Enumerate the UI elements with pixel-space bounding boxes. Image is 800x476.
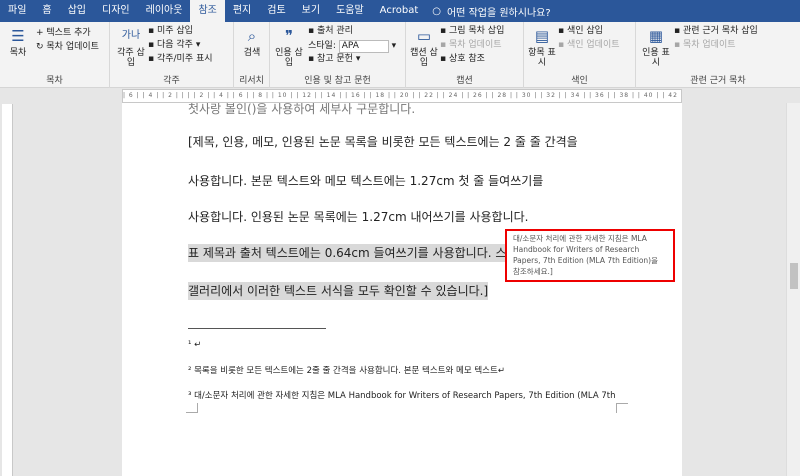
cross-reference-button[interactable]: ▪ 상호 참조 (440, 54, 485, 65)
insert-caption-button[interactable]: ▭ 캡션 삽입 (410, 26, 438, 68)
ribbon: ☰ 목차 + 텍스트 추가 ↻ 목차 업데이트 목차 가나 각주 삽입 ▪ 미주 삽… (0, 22, 800, 88)
tab-design[interactable]: 디자인 (94, 0, 138, 22)
tab-help[interactable]: 도움말 (328, 0, 372, 22)
group-label-toa: 관련 근거 목차 (690, 76, 746, 86)
citation-icon: ❞ (284, 27, 294, 45)
page-corner-mark-left (186, 403, 198, 413)
footnote-1: ¹ ↵ (188, 340, 202, 350)
horizontal-ruler[interactable]: | 6 | | 4 | | 2 | | | | 2 | | 4 | | 6 | … (122, 89, 682, 103)
footnote-separator (188, 328, 326, 329)
toc-icon: ☰ (11, 27, 25, 45)
group-label-footnotes: 각주 (163, 76, 180, 86)
update-toa-button[interactable]: ▪ 목차 업데이트 (674, 40, 736, 51)
lightbulb-icon: ○ (432, 5, 441, 17)
tab-mailings[interactable]: 편지 (225, 0, 259, 22)
ruler-bar: | 6 | | 4 | | 2 | | | | 2 | | 4 | | 6 | … (0, 89, 800, 103)
highlighted-tooltip: 대/소문자 처리에 관한 자세한 지침은 MLA Handbook for Wr… (505, 229, 675, 282)
footnote-2: ² 목록을 비롯한 모든 텍스트에는 2줄 줄 간격을 사용합니다. 본문 텍스… (188, 366, 505, 376)
tab-view[interactable]: 보기 (294, 0, 328, 22)
page-corner-mark-right (616, 403, 628, 413)
update-index-button[interactable]: ▪ 색인 업데이트 (558, 40, 620, 51)
vertical-ruler[interactable] (2, 104, 13, 476)
search-button[interactable]: ⌕ 검색 (237, 26, 267, 58)
group-index: ▤ 항목 표시 ▪ 색인 삽입 ▪ 색인 업데이트 색인 (524, 22, 636, 88)
toc-button[interactable]: ☰ 목차 (4, 26, 32, 58)
document-page[interactable]: 첫사랑 볼인()을 사용하여 세부사 구문합니다. [제목, 인용, 메모, 인… (122, 103, 682, 476)
body-line-5-selected: 갤러리에서 이러한 텍스트 서식을 모두 확인할 수 있습니다.] (188, 282, 489, 300)
group-label-index: 색인 (571, 76, 588, 86)
tab-references[interactable]: 참조 (190, 0, 225, 22)
show-notes-button[interactable]: ▪ 각주/미주 표시 (148, 54, 213, 65)
search-icon: ⌕ (247, 27, 257, 45)
add-text-button[interactable]: + 텍스트 추가 (36, 28, 91, 39)
mark-citation-icon: ▦ (648, 27, 664, 45)
tab-insert[interactable]: 삽입 (60, 0, 94, 22)
body-line-4-selected: 표 제목과 출처 텍스트에는 0.64cm 들여쓰기를 사용합니다. 스타일 (188, 244, 529, 262)
insert-index-button[interactable]: ▪ 색인 삽입 (558, 26, 603, 37)
manage-sources-button[interactable]: ▪ 출처 관리 (308, 26, 353, 37)
group-citations: ❞ 인용 삽입 ▪ 출처 관리 스타일: APA ▾ ▪ 참고 문헌 ▾ 인용 및… (270, 22, 406, 88)
tab-review[interactable]: 검토 (259, 0, 293, 22)
insert-footnote-button[interactable]: 가나 각주 삽입 (116, 26, 146, 68)
tab-layout[interactable]: 레이아웃 (138, 0, 191, 22)
insert-toa-button[interactable]: ▪ 관련 근거 목차 삽입 (674, 26, 758, 37)
update-table-button[interactable]: ▪ 목차 업데이트 (440, 40, 502, 51)
update-toc-button[interactable]: ↻ 목차 업데이트 (36, 42, 99, 53)
group-toc: ☰ 목차 + 텍스트 추가 ↻ 목차 업데이트 목차 (0, 22, 110, 88)
group-captions: ▭ 캡션 삽입 ▪ 그림 목차 삽입 ▪ 목차 업데이트 ▪ 상호 참조 캡션 (406, 22, 524, 88)
mark-citation-button[interactable]: ▦ 인용 표시 (642, 26, 670, 68)
body-line-1: [제목, 인용, 메모, 인용된 논문 목록을 비롯한 모든 텍스트에는 2 줄… (188, 135, 578, 149)
cut-off-line: 첫사랑 볼인()을 사용하여 세부사 구문합니다. (188, 103, 416, 116)
body-line-2: 사용합니다. 본문 텍스트와 메모 텍스트에는 1.27cm 첫 줄 들여쓰기를 (188, 174, 544, 188)
group-label-toc: 목차 (46, 76, 63, 86)
group-footnotes: 가나 각주 삽입 ▪ 미주 삽입 ▪ 다음 각주 ▾ ▪ 각주/미주 표시 각주 (110, 22, 234, 88)
footnote-3: ³ 대/소문자 처리에 관한 자세한 지침은 MLA Handbook for … (188, 391, 616, 401)
tell-me-search[interactable]: 어떤 작업을 원하시나요? (441, 4, 551, 19)
ribbon-tab-bar: 파일 홈 삽입 디자인 레이아웃 참조 편지 검토 보기 도움말 Acrobat… (0, 0, 800, 22)
group-label-captions: 캡션 (456, 76, 473, 86)
tab-home[interactable]: 홈 (34, 0, 59, 22)
mark-entry-button[interactable]: ▤ 항목 표시 (528, 26, 556, 68)
next-footnote-button[interactable]: ▪ 다음 각주 ▾ (148, 40, 200, 51)
bibliography-button[interactable]: ▪ 참고 문헌 ▾ (308, 54, 360, 65)
group-table-of-authorities: ▦ 인용 표시 ▪ 관련 근거 목차 삽입 ▪ 목차 업데이트 관련 근거 목차 (636, 22, 800, 88)
vertical-scrollbar[interactable] (786, 103, 800, 476)
body-line-3: 사용합니다. 인용된 논문 목록에는 1.27cm 내어쓰기를 사용합니다. (188, 210, 529, 224)
tab-file[interactable]: 파일 (0, 0, 34, 22)
caption-icon: ▭ (416, 27, 432, 45)
group-label-research: 리서치 (239, 76, 264, 86)
insert-endnote-button[interactable]: ▪ 미주 삽입 (148, 26, 193, 37)
group-label-citations: 인용 및 참고 문헌 (304, 76, 371, 86)
insert-citation-button[interactable]: ❞ 인용 삽입 (274, 26, 304, 68)
style-selector[interactable]: 스타일: APA ▾ (308, 40, 396, 53)
mark-entry-icon: ▤ (534, 27, 550, 45)
group-research: ⌕ 검색 리서치 (234, 22, 270, 88)
insert-table-of-figures-button[interactable]: ▪ 그림 목차 삽입 (440, 26, 504, 37)
tab-acrobat[interactable]: Acrobat (372, 0, 427, 22)
scrollbar-thumb[interactable] (790, 263, 798, 289)
footnote-icon: 가나 (121, 30, 141, 41)
